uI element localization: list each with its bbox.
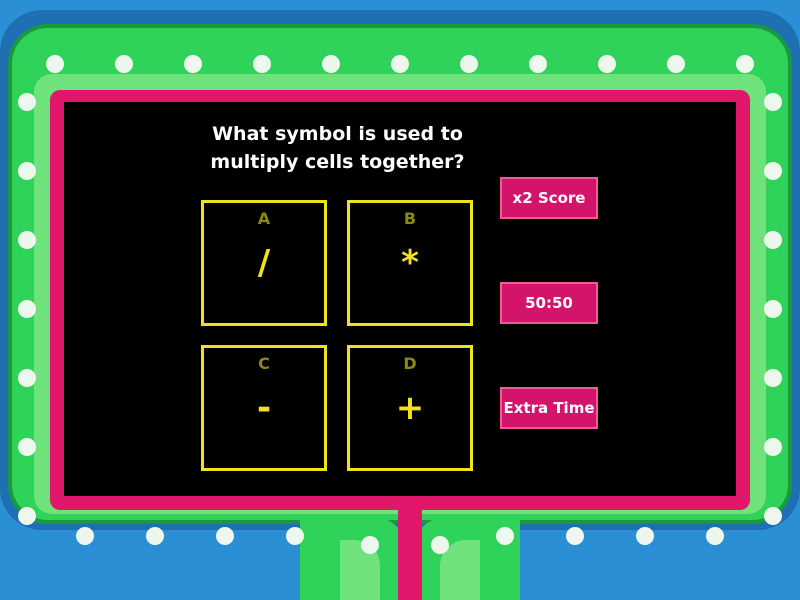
light-bulb xyxy=(286,527,304,545)
answer-c-value: - xyxy=(256,388,272,428)
answer-d-letter: D xyxy=(403,354,417,373)
light-bulb xyxy=(706,527,724,545)
light-bulb xyxy=(146,527,164,545)
light-bulb xyxy=(764,300,782,318)
light-bulb xyxy=(18,300,36,318)
light-bulb xyxy=(18,507,36,525)
stand-pink xyxy=(398,506,422,600)
background-bottom-right xyxy=(520,560,800,600)
light-bulb xyxy=(764,369,782,387)
light-bulb xyxy=(736,55,754,73)
light-bulb xyxy=(764,438,782,456)
light-bulb xyxy=(636,527,654,545)
light-bulb xyxy=(216,527,234,545)
light-bulb xyxy=(18,93,36,111)
answer-d-value: + xyxy=(395,388,425,428)
answer-c-letter: C xyxy=(258,354,270,373)
game-stage: What symbol is used to multiply cells to… xyxy=(0,0,800,600)
light-bulb xyxy=(391,55,409,73)
light-bulb xyxy=(496,527,514,545)
light-bulb xyxy=(18,231,36,249)
double-score-button[interactable]: x2 Score xyxy=(500,177,598,219)
light-bulb xyxy=(18,438,36,456)
light-bulb xyxy=(18,369,36,387)
light-bulb xyxy=(764,231,782,249)
answer-d-button[interactable]: D + xyxy=(347,345,473,471)
light-bulb xyxy=(431,536,449,554)
answer-b-value: * xyxy=(401,243,419,283)
light-bulb xyxy=(460,55,478,73)
answer-c-button[interactable]: C - xyxy=(201,345,327,471)
light-bulb xyxy=(253,55,271,73)
answer-b-letter: B xyxy=(403,209,417,228)
fifty-fifty-button[interactable]: 50:50 xyxy=(500,282,598,324)
light-bulb xyxy=(529,55,547,73)
light-bulb xyxy=(667,55,685,73)
question-text: What symbol is used to multiply cells to… xyxy=(200,120,475,176)
answer-a-letter: A xyxy=(257,209,271,228)
light-bulb xyxy=(46,55,64,73)
answer-b-button[interactable]: B * xyxy=(347,200,473,326)
light-bulb xyxy=(115,55,133,73)
extra-time-button[interactable]: Extra Time xyxy=(500,387,598,429)
background-bottom-left xyxy=(0,560,300,600)
light-bulb xyxy=(764,507,782,525)
light-bulb xyxy=(764,93,782,111)
light-bulb xyxy=(76,527,94,545)
light-bulb xyxy=(361,536,379,554)
question-line-1: What symbol is used to xyxy=(212,123,463,145)
light-bulb xyxy=(566,527,584,545)
light-bulb xyxy=(598,55,616,73)
light-bulb xyxy=(184,55,202,73)
light-bulb xyxy=(18,162,36,180)
answer-a-value: / xyxy=(257,243,271,283)
light-bulb xyxy=(764,162,782,180)
light-bulb xyxy=(322,55,340,73)
question-line-2: multiply cells together? xyxy=(210,151,465,173)
answer-a-button[interactable]: A / xyxy=(201,200,327,326)
